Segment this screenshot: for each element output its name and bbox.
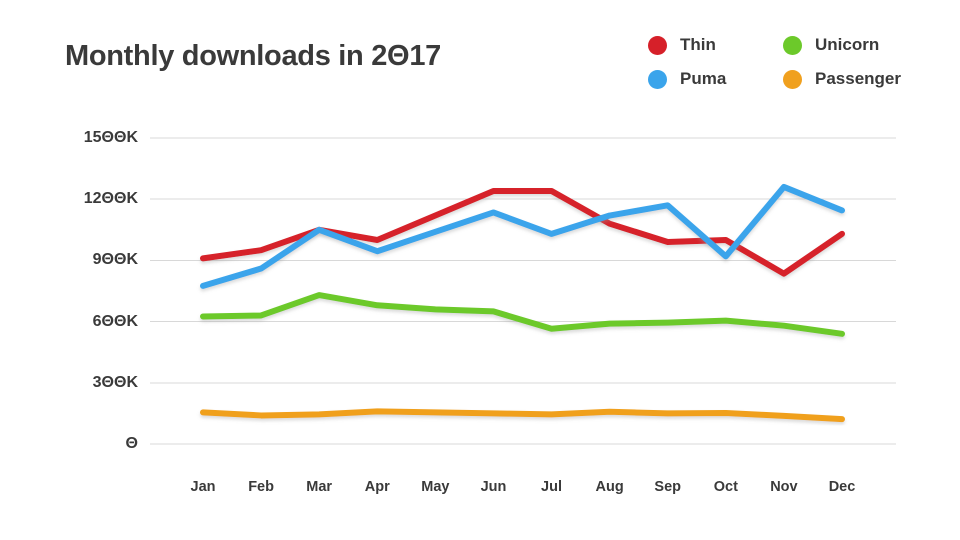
x-tick-label-jul: Jul — [541, 479, 563, 495]
y-tick-label: Θ — [125, 435, 138, 452]
chart-gridlines — [150, 137, 896, 445]
y-tick-label: 12ΘΘK — [83, 190, 138, 208]
x-tick-label-aug: Aug — [595, 479, 624, 495]
line-chart-plot — [150, 137, 896, 445]
x-tick-label-oct: Oct — [713, 479, 738, 495]
x-tick-label-jun: Jun — [480, 479, 507, 495]
x-tick-label-mar: Mar — [306, 479, 333, 495]
x-tick-label-feb: Feb — [248, 479, 274, 495]
x-tick-label-dec: Dec — [828, 479, 856, 495]
x-tick-label-jan: Jan — [190, 479, 216, 495]
y-tick-label: 3ΘΘK — [92, 373, 138, 391]
x-tick-label-apr: Apr — [364, 479, 390, 495]
y-axis: Θ 3ΘΘK 6ΘΘK 9ΘΘK 12ΘΘK 15ΘΘK — [55, 0, 138, 540]
y-tick-label: 6ΘΘK — [92, 312, 138, 330]
chart-series-lines — [200, 183, 845, 423]
series-line-unicorn — [200, 292, 845, 337]
x-tick-label-nov: Nov — [770, 479, 798, 495]
y-tick-label: 15ΘΘK — [83, 129, 138, 146]
x-tick-label-sep: Sep — [654, 479, 682, 495]
y-tick-label: 9ΘΘK — [92, 251, 138, 269]
chart-page: Monthly downloads in 2Θ17 Thin Unicorn Pum… — [0, 0, 960, 540]
series-line-passenger — [200, 408, 845, 423]
x-tick-label-may: May — [421, 479, 450, 495]
